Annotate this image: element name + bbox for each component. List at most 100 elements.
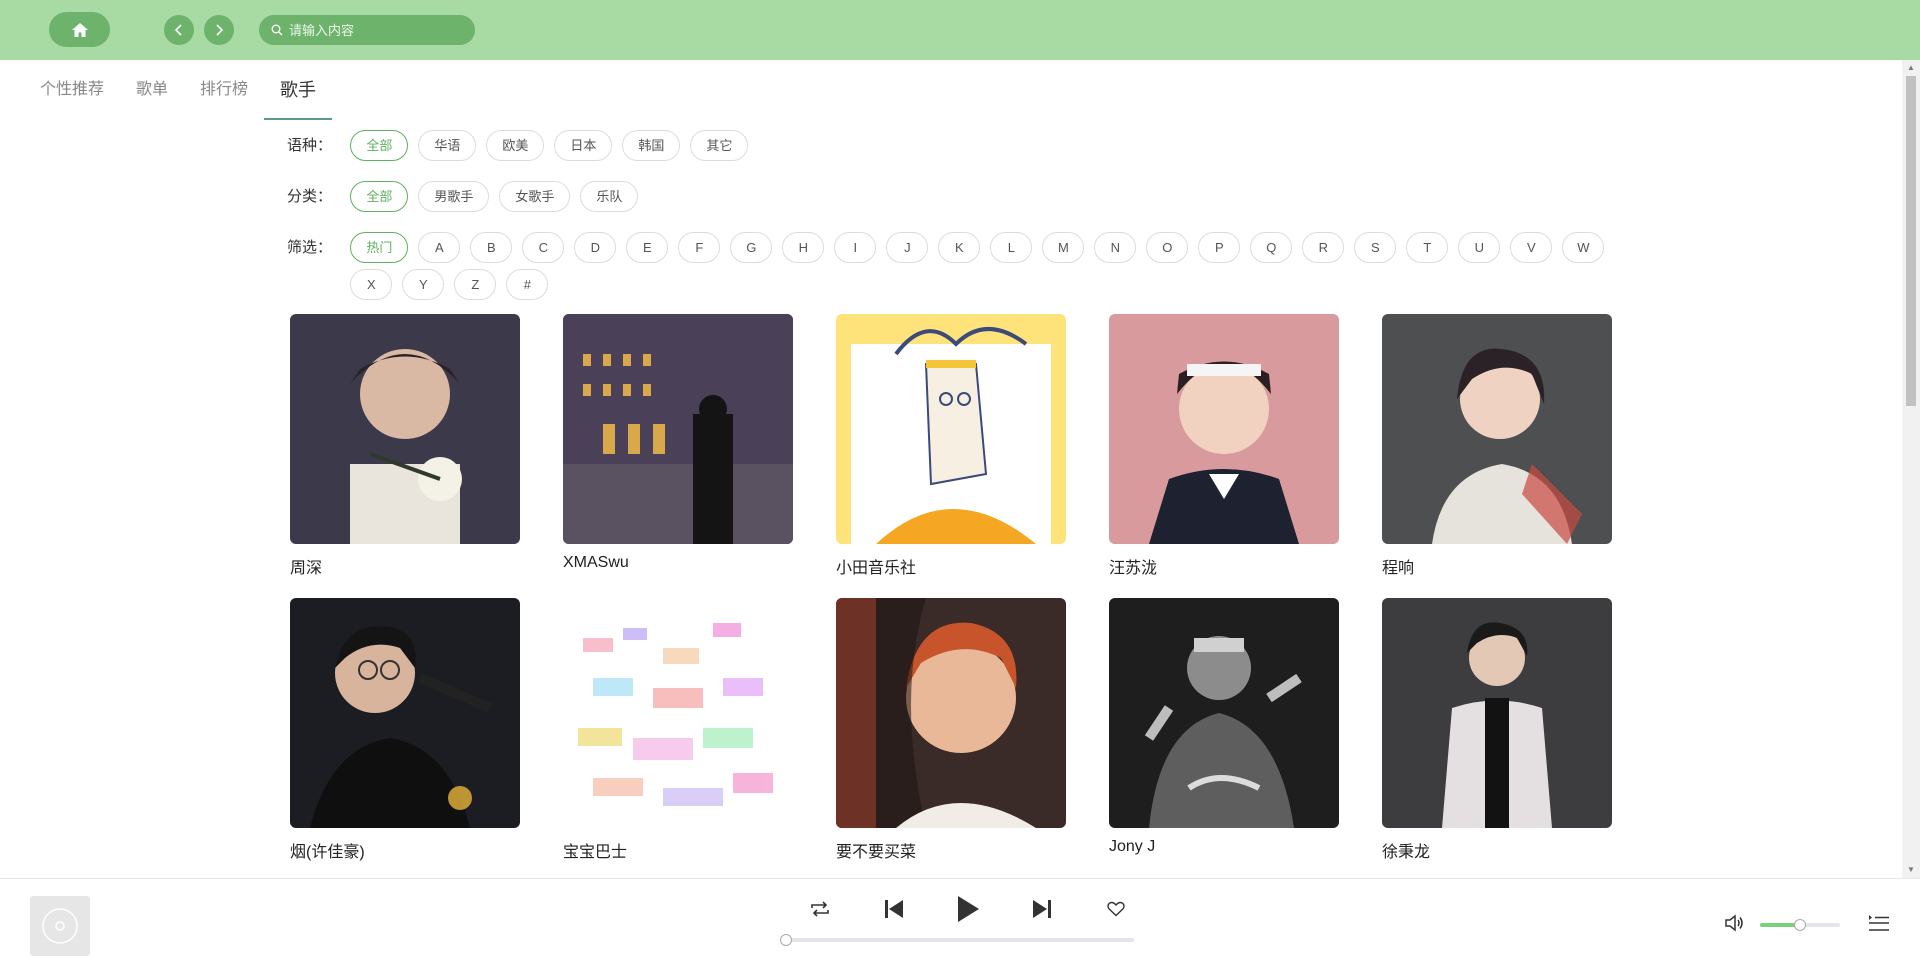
artist-card[interactable]: 汪苏泷 bbox=[1109, 314, 1339, 577]
artist-name: Jony J bbox=[1109, 838, 1156, 855]
volume-slider[interactable] bbox=[1760, 919, 1840, 931]
language-filter-chip[interactable]: 全部 bbox=[350, 130, 409, 161]
chevron-right-icon bbox=[216, 24, 224, 36]
category-chip-list: 全部 男歌手 女歌手 乐队 bbox=[350, 181, 1637, 218]
back-button[interactable] bbox=[164, 15, 194, 45]
initial-filter-chip[interactable]: S bbox=[1354, 232, 1397, 263]
artist-name: 徐秉龙 bbox=[1382, 844, 1431, 861]
initial-filter-chip[interactable]: M bbox=[1042, 232, 1085, 263]
initial-filter-chip[interactable]: T bbox=[1406, 232, 1449, 263]
like-button[interactable] bbox=[1096, 891, 1136, 927]
scroll-down-icon[interactable]: ▼ bbox=[1906, 865, 1916, 875]
artist-avatar bbox=[563, 598, 793, 828]
skip-previous-icon bbox=[885, 900, 903, 918]
category-filter-chip[interactable]: 全部 bbox=[350, 181, 409, 212]
initial-filter-chip[interactable]: J bbox=[886, 232, 929, 263]
tab-playlists[interactable]: 歌单 bbox=[120, 60, 184, 120]
language-filter-row: 语种： 全部 华语 欧美 日本 韩国 其它 bbox=[287, 130, 1637, 167]
initial-filter-chip[interactable]: N bbox=[1094, 232, 1137, 263]
home-button[interactable] bbox=[49, 12, 110, 47]
play-button[interactable] bbox=[948, 891, 988, 927]
disc-icon bbox=[42, 908, 78, 944]
forward-button[interactable] bbox=[204, 15, 234, 45]
initial-filter-chip[interactable]: V bbox=[1510, 232, 1553, 263]
language-filter-chip[interactable]: 韩国 bbox=[622, 130, 681, 161]
artist-avatar bbox=[1109, 598, 1339, 828]
progress-handle[interactable] bbox=[780, 934, 792, 946]
artist-name: 周深 bbox=[290, 560, 323, 577]
heart-icon bbox=[1107, 901, 1125, 917]
artist-name: 烟(许佳豪) bbox=[290, 844, 365, 861]
progress-bar[interactable] bbox=[780, 934, 1134, 946]
initial-filter-chip[interactable]: Z bbox=[454, 269, 497, 300]
artist-card[interactable]: 程响 bbox=[1382, 314, 1612, 577]
initial-filter-chip[interactable]: F bbox=[678, 232, 721, 263]
artist-card[interactable]: 宝宝巴士 bbox=[563, 598, 793, 861]
initial-filter-chip[interactable]: 热门 bbox=[350, 232, 409, 263]
artist-card[interactable]: XMASwu bbox=[563, 314, 793, 574]
repeat-icon bbox=[811, 901, 829, 917]
scrollbar-thumb[interactable] bbox=[1906, 76, 1916, 406]
initial-filter-chip[interactable]: A bbox=[418, 232, 461, 263]
initial-chip-list: 热门 A B C D E F G H I J K L M N O P Q R S T U V W X Y Z # bbox=[350, 232, 1637, 306]
initial-filter-chip[interactable]: K bbox=[938, 232, 981, 263]
artist-avatar bbox=[290, 598, 520, 828]
initial-filter-chip[interactable]: D bbox=[574, 232, 617, 263]
scroll-up-icon[interactable]: ▲ bbox=[1906, 63, 1916, 73]
initial-filter-chip[interactable]: U bbox=[1458, 232, 1501, 263]
initial-filter-chip[interactable]: R bbox=[1302, 232, 1345, 263]
initial-filter-chip[interactable]: Y bbox=[402, 269, 445, 300]
artist-card[interactable]: 周深 bbox=[290, 314, 520, 577]
play-icon bbox=[958, 896, 979, 922]
artist-card[interactable]: 要不要买菜 bbox=[836, 598, 1066, 861]
tab-charts[interactable]: 排行榜 bbox=[184, 60, 264, 120]
search-input[interactable] bbox=[289, 22, 469, 38]
initial-filter-chip[interactable]: G bbox=[730, 232, 773, 263]
tab-bar: 个性推荐 歌单 排行榜 歌手 bbox=[24, 60, 333, 120]
initial-filter-chip[interactable]: E bbox=[626, 232, 669, 263]
tab-recommend[interactable]: 个性推荐 bbox=[24, 60, 120, 120]
volume-handle[interactable] bbox=[1794, 919, 1806, 931]
artist-card[interactable]: 烟(许佳豪) bbox=[290, 598, 520, 861]
category-filter-chip[interactable]: 男歌手 bbox=[418, 181, 490, 212]
search-box[interactable] bbox=[259, 15, 475, 45]
language-filter-label: 语种： bbox=[287, 137, 333, 154]
language-filter-chip[interactable]: 其它 bbox=[690, 130, 749, 161]
page-scrollbar[interactable]: ▲ ▼ bbox=[1902, 60, 1920, 878]
category-filter-chip[interactable]: 女歌手 bbox=[499, 181, 571, 212]
volume-button[interactable] bbox=[1724, 914, 1744, 937]
album-cover[interactable] bbox=[30, 896, 90, 956]
top-bar bbox=[0, 0, 1920, 60]
language-filter-chip[interactable]: 日本 bbox=[554, 130, 613, 161]
artist-card[interactable]: 小田音乐社 bbox=[836, 314, 1066, 577]
next-button[interactable] bbox=[1022, 891, 1062, 927]
artist-card[interactable]: Jony J bbox=[1109, 598, 1339, 858]
initial-filter-chip[interactable]: C bbox=[522, 232, 565, 263]
previous-button[interactable] bbox=[874, 891, 914, 927]
initial-filter-chip[interactable]: L bbox=[990, 232, 1033, 263]
player-bar bbox=[0, 878, 1920, 969]
category-filter-row: 分类： 全部 男歌手 女歌手 乐队 bbox=[287, 181, 1637, 218]
language-filter-chip[interactable]: 欧美 bbox=[486, 130, 545, 161]
initial-filter-chip[interactable]: B bbox=[470, 232, 513, 263]
loop-button[interactable] bbox=[800, 891, 840, 927]
initial-filter-chip[interactable]: P bbox=[1198, 232, 1241, 263]
initial-filter-chip[interactable]: O bbox=[1146, 232, 1189, 263]
category-filter-label: 分类： bbox=[287, 188, 333, 205]
initial-filter-chip[interactable]: I bbox=[834, 232, 877, 263]
language-filter-chip[interactable]: 华语 bbox=[418, 130, 477, 161]
initial-filter-chip[interactable]: # bbox=[506, 269, 549, 300]
language-chip-list: 全部 华语 欧美 日本 韩国 其它 bbox=[350, 130, 1637, 167]
category-filter-chip[interactable]: 乐队 bbox=[580, 181, 639, 212]
artist-name: 汪苏泷 bbox=[1109, 560, 1158, 577]
initial-filter-label: 筛选： bbox=[287, 239, 333, 256]
initial-filter-chip[interactable]: Q bbox=[1250, 232, 1293, 263]
artist-avatar bbox=[1382, 314, 1612, 544]
tab-artists[interactable]: 歌手 bbox=[264, 60, 333, 120]
initial-filter-chip[interactable]: X bbox=[350, 269, 393, 300]
playlist-button[interactable] bbox=[1868, 913, 1890, 938]
artist-name: 要不要买菜 bbox=[836, 844, 917, 861]
initial-filter-chip[interactable]: W bbox=[1562, 232, 1605, 263]
initial-filter-chip[interactable]: H bbox=[782, 232, 825, 263]
artist-card[interactable]: 徐秉龙 bbox=[1382, 598, 1612, 861]
